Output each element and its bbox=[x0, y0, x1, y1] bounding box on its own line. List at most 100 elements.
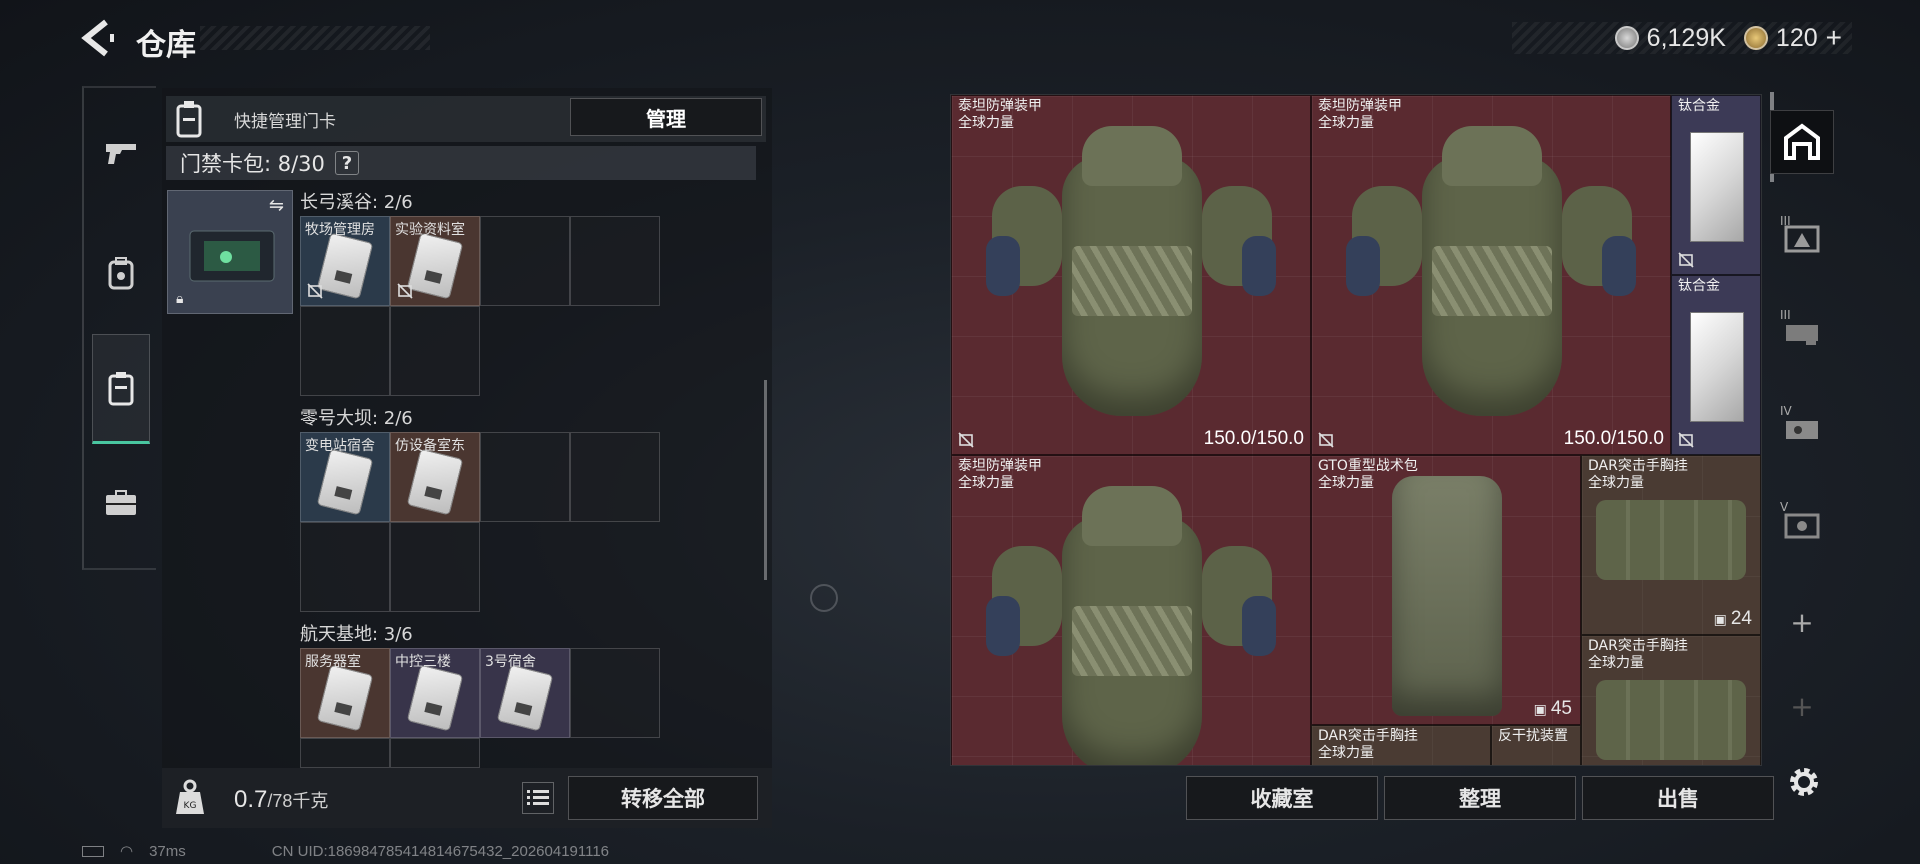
weight-value: 0.7 bbox=[234, 786, 268, 813]
no-insure-icon bbox=[307, 283, 323, 299]
keycard-slot[interactable]: 仿设备室东 bbox=[390, 432, 480, 522]
plus-icon: + bbox=[1790, 689, 1814, 723]
keycard-label: 3号宿舍 bbox=[485, 654, 536, 670]
storage-tabs: III III IV V + + bbox=[1770, 96, 1834, 816]
keycard-image bbox=[316, 448, 374, 516]
quick-keycard-icon bbox=[172, 100, 206, 138]
nav-keycards[interactable] bbox=[92, 334, 150, 444]
item-name: 泰坦防弹装甲 bbox=[958, 458, 1042, 474]
currency-bar: 6,129K 120 + bbox=[1512, 22, 1852, 54]
settings-button[interactable] bbox=[1786, 764, 1822, 800]
keycard-slot[interactable]: 中控三楼 bbox=[390, 648, 480, 738]
keycard-image bbox=[406, 448, 464, 516]
item-tag: 全球力量 bbox=[1318, 745, 1374, 761]
list-view-button[interactable] bbox=[522, 782, 554, 814]
swap-icon[interactable]: ⇋ bbox=[269, 195, 284, 216]
nav-cases[interactable] bbox=[92, 468, 150, 538]
panel-scrollbar[interactable] bbox=[764, 380, 767, 580]
item-name: DAR突击手胸挂 bbox=[1588, 458, 1688, 474]
currency-main-value: 6,129K bbox=[1646, 23, 1726, 52]
plus-icon: + bbox=[1790, 605, 1814, 639]
tier-label: IV bbox=[1780, 404, 1792, 418]
keycard-slot[interactable]: 实验资料室 bbox=[390, 216, 480, 306]
page-title: 仓库 bbox=[136, 28, 196, 63]
sort-button[interactable]: 整理 bbox=[1384, 776, 1576, 820]
item-name-block: 钛合金 bbox=[1678, 278, 1720, 295]
empty-slot bbox=[480, 216, 570, 306]
storage-item[interactable]: 泰坦防弹装甲 全球力量 150.0/150.0 bbox=[951, 95, 1311, 455]
add-storage-button-2[interactable]: + bbox=[1770, 674, 1834, 738]
storage-item[interactable]: 泰坦防弹装甲 全球力量 bbox=[951, 455, 1311, 765]
keycard-slot[interactable]: 3号宿舍 bbox=[480, 648, 570, 738]
lock-icon: 🔒︎ bbox=[176, 291, 184, 307]
empty-slot bbox=[300, 738, 390, 768]
warehouse-icon bbox=[1784, 123, 1820, 160]
storage-tab-tier-3[interactable]: IV bbox=[1770, 396, 1834, 460]
keycard-label: 变电站宿舍 bbox=[305, 438, 375, 454]
manage-button[interactable]: 管理 bbox=[570, 98, 762, 136]
add-currency-button[interactable]: + bbox=[1826, 22, 1842, 54]
ping-value: 37ms bbox=[149, 842, 186, 860]
item-name: GTO重型战术包 bbox=[1318, 458, 1418, 474]
storage-tab-tier-4[interactable]: V bbox=[1770, 492, 1834, 556]
weight-readout: 0.7/78千克 bbox=[234, 786, 328, 814]
keycard-label: 仿设备室东 bbox=[395, 438, 465, 454]
storage-tab-tier-1[interactable]: III bbox=[1770, 206, 1834, 270]
storage-tab-main[interactable] bbox=[1770, 110, 1834, 174]
item-name: DAR突击手胸挂 bbox=[1318, 728, 1418, 744]
keycard-label: 服务器室 bbox=[305, 654, 361, 670]
storage-tab-tier-2[interactable]: III bbox=[1770, 300, 1834, 364]
storage-item[interactable]: DAR突击手胸挂 全球力量 ▣ 24 bbox=[1581, 455, 1761, 635]
currency-main[interactable]: 6,129K bbox=[1614, 23, 1726, 53]
keycard-holder-slot[interactable]: ⇋ 🔒︎ bbox=[167, 190, 293, 314]
keycard-image bbox=[406, 664, 464, 732]
storage-item[interactable]: 泰坦防弹装甲 全球力量 150.0/150.0 bbox=[1311, 95, 1671, 455]
gold-coin-icon bbox=[1743, 26, 1768, 50]
no-insure-icon bbox=[397, 283, 413, 299]
wifi-icon: ◠ bbox=[120, 843, 134, 860]
item-name-block: 泰坦防弹装甲 全球力量 bbox=[958, 458, 1042, 492]
item-name: DAR突击手胸挂 bbox=[1588, 638, 1688, 654]
item-name-block: 钛合金 bbox=[1678, 98, 1720, 115]
back-button[interactable] bbox=[80, 18, 124, 58]
storage-item[interactable]: DAR突击手胸挂 全球力量 bbox=[1581, 635, 1761, 765]
list-icon bbox=[527, 790, 549, 805]
battery-icon bbox=[82, 845, 104, 857]
no-insure-icon bbox=[1318, 432, 1334, 448]
item-tag: 全球力量 bbox=[958, 475, 1014, 491]
empty-slot bbox=[390, 522, 480, 612]
durability-value: 150.0/150.0 bbox=[1203, 428, 1304, 449]
storage-item[interactable]: DAR突击手胸挂 全球力量 bbox=[1311, 725, 1491, 765]
title-decoration bbox=[200, 26, 430, 50]
capacity-badge: ▣ 24 bbox=[1714, 608, 1752, 630]
durability-value: 150.0/150.0 bbox=[1563, 428, 1664, 449]
transfer-all-button[interactable]: 转移全部 bbox=[568, 776, 758, 820]
keycard-slot[interactable]: 服务器室 bbox=[300, 648, 390, 738]
no-insure-icon bbox=[1678, 252, 1694, 268]
storage-item[interactable]: 钛合金 bbox=[1671, 275, 1761, 455]
keycard-slot[interactable]: 变电站宿舍 bbox=[300, 432, 390, 522]
coin-icon bbox=[1614, 26, 1639, 50]
collection-room-button[interactable]: 收藏室 bbox=[1186, 776, 1378, 820]
chest-rig-image bbox=[1596, 500, 1746, 580]
nav-equipment[interactable] bbox=[92, 238, 150, 308]
item-name-block: GTO重型战术包 全球力量 bbox=[1318, 458, 1418, 492]
add-storage-button[interactable]: + bbox=[1770, 590, 1834, 654]
storage-item[interactable]: 反干扰装置 bbox=[1491, 725, 1581, 765]
keycard-slot[interactable]: 牧场管理房 bbox=[300, 216, 390, 306]
empty-slot bbox=[390, 306, 480, 396]
gear-icon bbox=[1790, 768, 1818, 796]
storage-item[interactable]: 钛合金 bbox=[1671, 95, 1761, 275]
help-button[interactable]: ? bbox=[334, 151, 359, 175]
item-name-block: 反干扰装置 bbox=[1498, 728, 1568, 745]
gun-icon bbox=[106, 144, 136, 164]
item-name: 泰坦防弹装甲 bbox=[958, 98, 1042, 114]
currency-secondary[interactable]: 120 + bbox=[1743, 22, 1842, 54]
nav-weapons[interactable] bbox=[92, 118, 150, 188]
item-tag: 全球力量 bbox=[1588, 655, 1644, 671]
storage-item[interactable]: GTO重型战术包 全球力量 ▣ 45 bbox=[1311, 455, 1581, 725]
sell-button[interactable]: 出售 bbox=[1582, 776, 1774, 820]
tier-label: III bbox=[1780, 214, 1791, 228]
empty-slot bbox=[300, 306, 390, 396]
item-name-block: DAR突击手胸挂 全球力量 bbox=[1588, 638, 1688, 672]
